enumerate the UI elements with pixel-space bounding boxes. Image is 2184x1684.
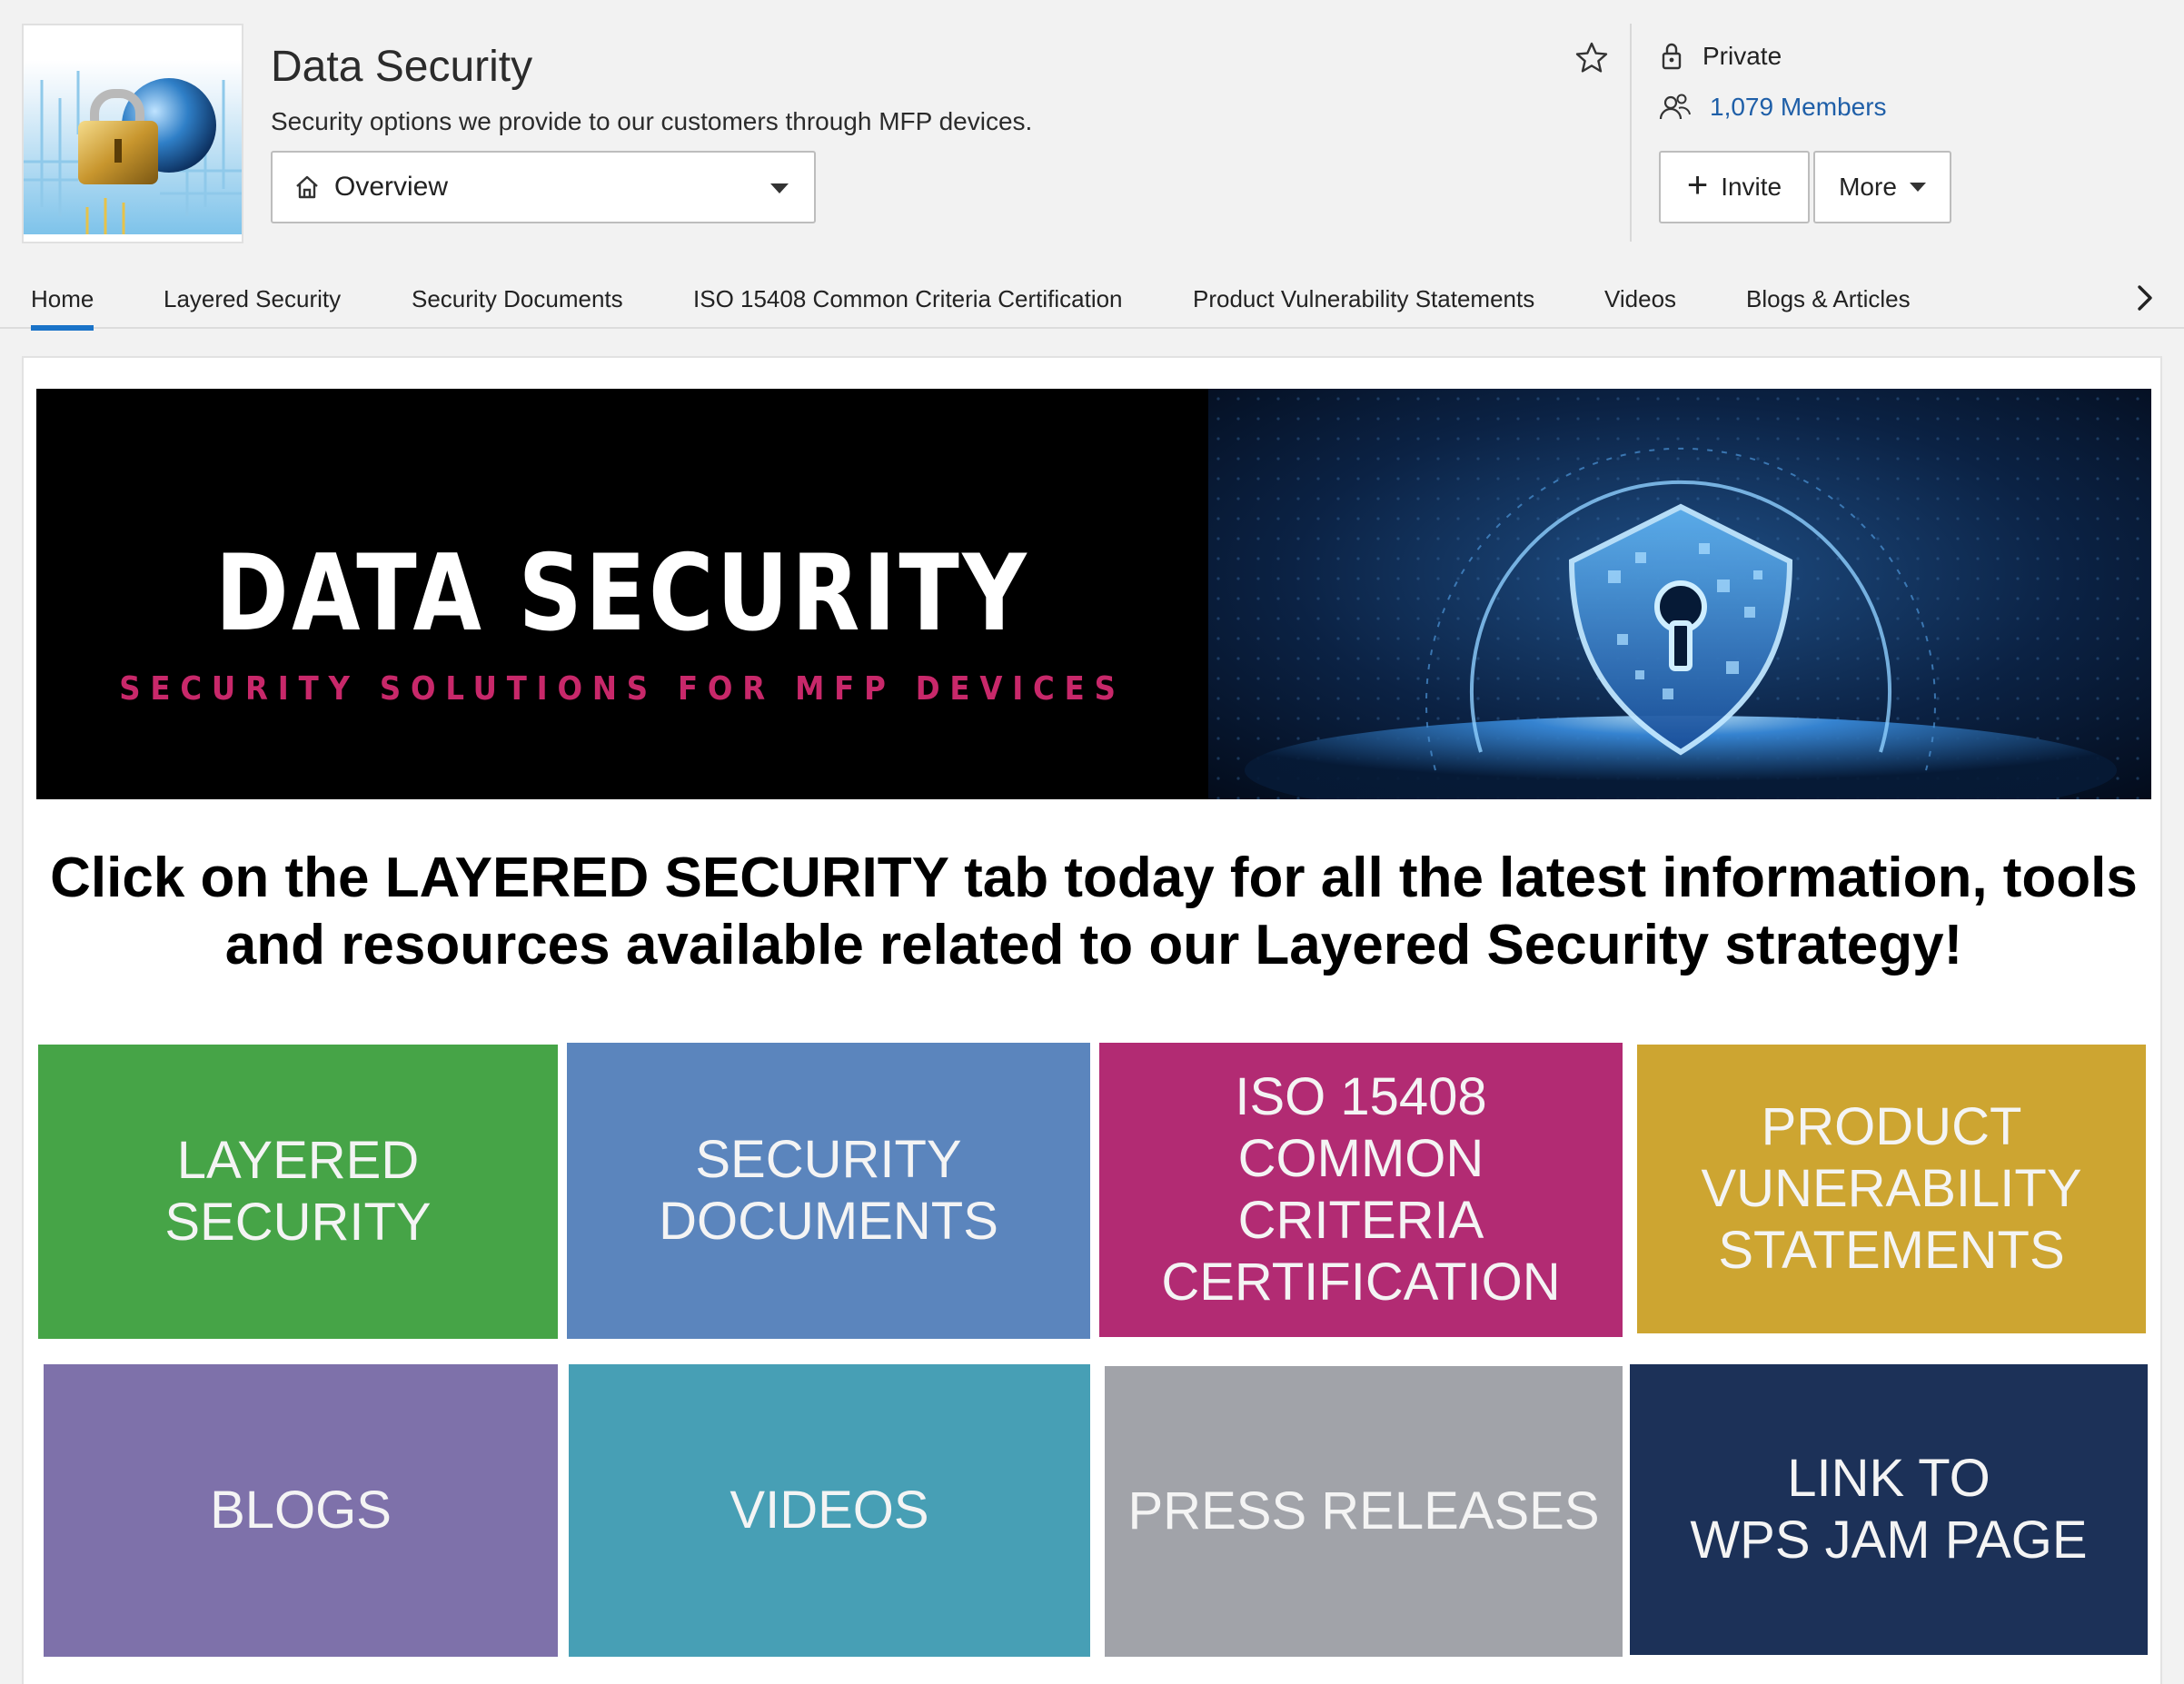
group-title: Data Security [271,43,533,91]
overview-content: DATA SECURITY SECURITY SOLUTIONS FOR MFP… [22,356,2162,1684]
tile-label: PRESS RELEASES [1127,1481,1600,1540]
banner-image: DATA SECURITY SECURITY SOLUTIONS FOR MFP… [36,389,2151,799]
tile-videos[interactable]: VIDEOS [569,1364,1090,1657]
tile-press-releases[interactable]: PRESS RELEASES [1105,1366,1623,1657]
shield-keyhole-icon [1208,389,2151,799]
tile-label: VIDEOS [730,1481,929,1540]
tile-label: LAYERED SECURITY [164,1131,432,1252]
tile-label: LINK TO WPS JAM PAGE [1690,1449,2088,1570]
invite-button-label: Invite [1721,173,1782,201]
banner-title: DATA SECURITY [214,532,1030,655]
tab-blogs-articles[interactable]: Blogs & Articles [1746,263,1911,329]
tab-layered-security[interactable]: Layered Security [164,263,341,329]
tile-label: BLOGS [210,1481,392,1540]
tile-label: ISO 15408 COMMON CRITERIA CERTIFICATION [1161,1067,1561,1312]
members-icon [1659,94,1691,120]
star-icon[interactable] [1573,40,1610,76]
tab-product-vulnerability[interactable]: Product Vulnerability Statements [1193,263,1534,329]
promo-headline: Click on the LAYERED SECURITY tab today … [50,847,2138,976]
tab-bar: Home Layered Security Security Documents… [0,263,2184,331]
privacy-label: Private [1703,42,1782,70]
tile-iso-15408-certification[interactable]: ISO 15408 COMMON CRITERIA CERTIFICATION [1099,1043,1623,1337]
tile-label: SECURITY DOCUMENTS [659,1130,998,1251]
banner-subtitle: SECURITY SOLUTIONS FOR MFP DEVICES [119,670,1126,708]
overview-dropdown-value: Overview [334,172,449,202]
group-description: Security options we provide to our custo… [271,107,1033,135]
tab-security-documents[interactable]: Security Documents [412,263,623,329]
tab-iso-15408[interactable]: ISO 15408 Common Criteria Certification [693,263,1123,329]
privacy-status: Private [1659,42,1782,71]
chevron-down-icon [770,183,789,193]
group-header: Data Security Security options we provid… [0,0,2184,263]
tile-security-documents[interactable]: SECURITY DOCUMENTS [567,1043,1090,1339]
tab-videos[interactable]: Videos [1604,263,1676,329]
members-row: 1,079 Members [1659,93,1887,122]
invite-button[interactable]: + Invite [1659,151,1810,223]
more-button[interactable]: More [1813,151,1951,223]
members-link[interactable]: 1,079 Members [1710,93,1887,122]
tile-label: PRODUCT VUNERABILITY STATEMENTS [1701,1097,2082,1280]
group-logo [22,24,243,243]
header-divider [1630,24,1632,242]
tile-wps-jam-page-link[interactable]: LINK TO WPS JAM PAGE [1630,1364,2148,1655]
more-button-label: More [1839,173,1897,201]
tile-product-vulnerability-statements[interactable]: PRODUCT VUNERABILITY STATEMENTS [1637,1045,2146,1333]
overview-dropdown[interactable]: Overview [271,151,816,223]
tab-home[interactable]: Home [31,263,94,331]
tile-layered-security[interactable]: LAYERED SECURITY [38,1045,558,1339]
chevron-down-icon [1909,183,1926,192]
chevron-right-icon[interactable] [2131,280,2159,316]
tile-blogs[interactable]: BLOGS [44,1364,558,1657]
home-icon [296,175,318,199]
lock-icon [1662,43,1682,70]
plus-icon: + [1686,165,1709,205]
